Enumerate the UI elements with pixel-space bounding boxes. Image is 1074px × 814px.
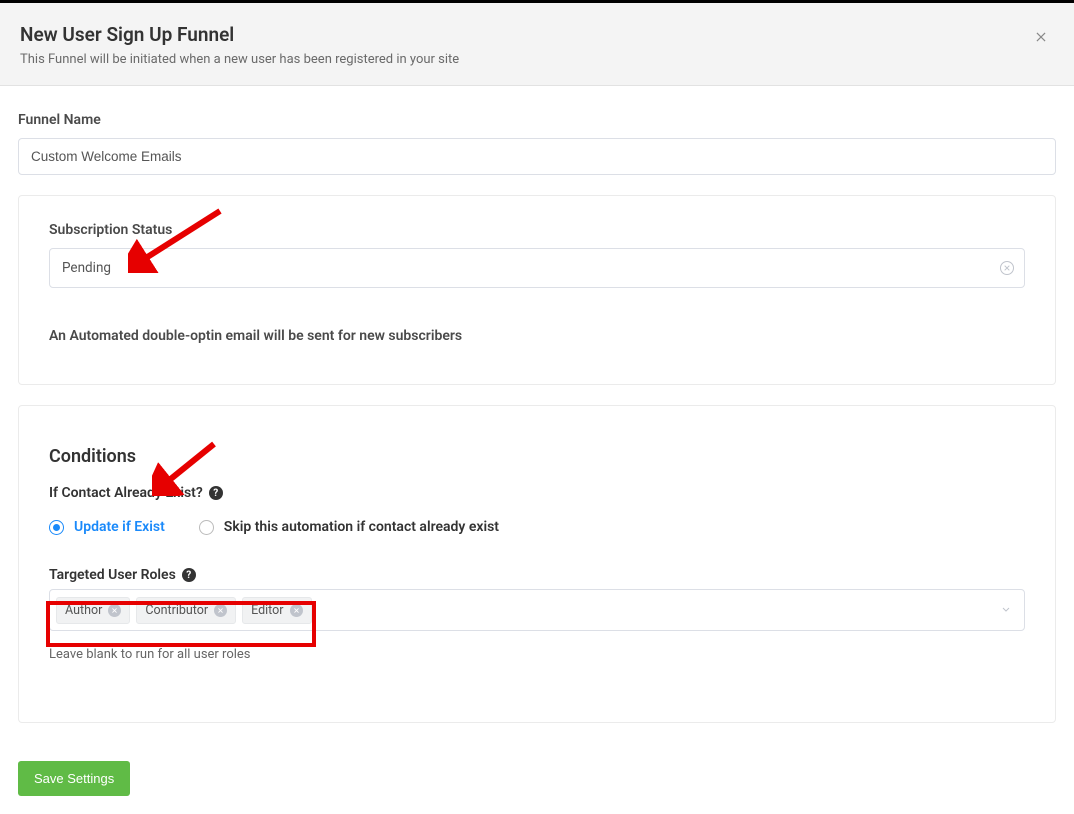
targeted-roles-select[interactable]: Author Contributor Editor (49, 589, 1025, 631)
save-settings-button[interactable]: Save Settings (18, 761, 130, 796)
subscription-hint: An Automated double-optin email will be … (49, 328, 1025, 344)
role-tag: Author (56, 597, 130, 624)
funnel-name-label: Funnel Name (18, 112, 1056, 128)
modal-title: New User Sign Up Funnel (20, 23, 1050, 46)
role-tag: Contributor (136, 597, 236, 624)
radio-update-if-exist[interactable]: Update if Exist (49, 519, 165, 535)
modal-subtitle: This Funnel will be initiated when a new… (20, 52, 1050, 67)
targeted-roles-label: Targeted User Roles ? (49, 567, 1025, 583)
close-icon[interactable] (1034, 29, 1052, 47)
funnel-name-input[interactable] (18, 138, 1056, 175)
remove-tag-icon[interactable] (290, 604, 303, 617)
modal-header: New User Sign Up Funnel This Funnel will… (0, 3, 1074, 86)
clear-icon[interactable] (1000, 261, 1014, 275)
subscription-status-value: Pending (62, 260, 111, 276)
role-tag: Editor (242, 597, 311, 624)
radio-group: Update if Exist Skip this automation if … (49, 519, 1025, 535)
subscription-status-select[interactable]: Pending (49, 248, 1025, 288)
info-icon[interactable]: ? (182, 568, 196, 582)
subscription-panel: Subscription Status Pending An Automated… (18, 195, 1056, 385)
subscription-status-label: Subscription Status (49, 222, 1025, 238)
remove-tag-icon[interactable] (108, 604, 121, 617)
radio-checked-icon (49, 520, 64, 535)
conditions-title: Conditions (49, 446, 1025, 467)
radio-skip-automation[interactable]: Skip this automation if contact already … (199, 519, 499, 535)
radio-unchecked-icon (199, 520, 214, 535)
footer: Save Settings (0, 747, 1074, 814)
contact-exist-label: If Contact Already Exist? ? (49, 485, 1025, 501)
conditions-panel: Conditions If Contact Already Exist? ? U… (18, 405, 1056, 723)
chevron-down-icon (1000, 601, 1012, 620)
roles-help-text: Leave blank to run for all user roles (49, 647, 1025, 662)
remove-tag-icon[interactable] (214, 604, 227, 617)
info-icon[interactable]: ? (209, 486, 223, 500)
